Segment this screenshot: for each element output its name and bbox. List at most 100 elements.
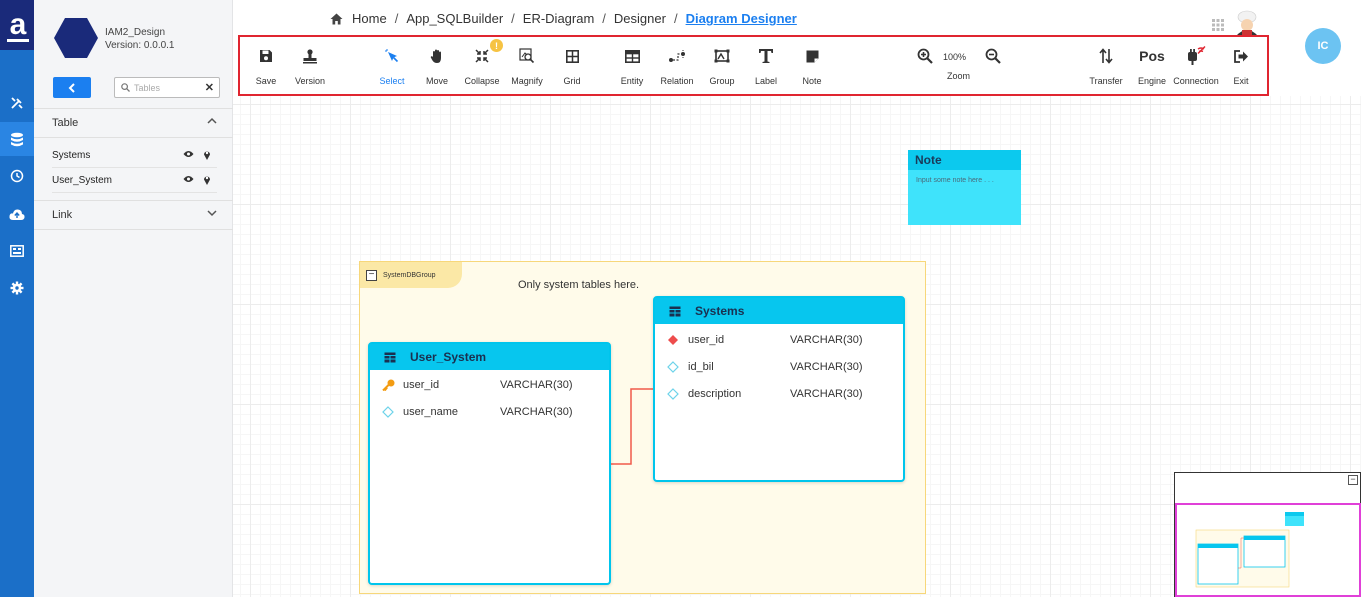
- entity-systems[interactable]: Systems user_id VARCHAR(30) id_bil VARCH…: [653, 296, 905, 482]
- zoom-label: Zoom: [947, 71, 971, 81]
- group-label: Group: [709, 76, 735, 86]
- breadcrumb-current[interactable]: Diagram Designer: [686, 11, 797, 26]
- user-avatar[interactable]: IC: [1305, 28, 1341, 64]
- entity-field-row[interactable]: description VARCHAR(30): [655, 384, 903, 404]
- entity-field-row[interactable]: user_name VARCHAR(30): [370, 402, 609, 422]
- entity-field-row[interactable]: user_id VARCHAR(30): [370, 375, 609, 395]
- breadcrumb: Home / App_SQLBuilder / ER-Diagram / Des…: [330, 11, 797, 26]
- collapse-sidebar-button[interactable]: [53, 77, 91, 98]
- diagram-note[interactable]: Note Input some note here . . .: [908, 150, 1021, 225]
- entity-header[interactable]: Systems: [655, 298, 903, 324]
- group-description: Only system tables here.: [518, 279, 640, 291]
- link-section-header[interactable]: Link: [34, 200, 233, 230]
- settings-gear-icon[interactable]: [0, 271, 34, 305]
- text-t-icon: [759, 49, 773, 63]
- grid-label: Grid: [563, 76, 581, 86]
- save-label: Save: [255, 76, 277, 86]
- app-root: a IAM2_Design Version: 0.0.0.1 Tables ✕ …: [0, 0, 1361, 597]
- svg-text:a: a: [10, 8, 27, 41]
- breadcrumb-separator: /: [602, 11, 606, 26]
- plug-disconnected-icon: [1188, 46, 1206, 65]
- design-tools-icon[interactable]: [0, 86, 34, 120]
- minimap-viewport[interactable]: [1175, 503, 1361, 597]
- dashboard-icon[interactable]: [0, 234, 34, 268]
- engine-label: Engine: [1137, 76, 1167, 86]
- entity-user-system[interactable]: User_System user_id VARCHAR(30) user_nam…: [368, 342, 611, 585]
- grid-icon: [565, 49, 579, 63]
- breadcrumb-app-sqlbuilder[interactable]: App_SQLBuilder: [406, 11, 503, 26]
- breadcrumb-home[interactable]: Home: [352, 11, 387, 26]
- project-version: Version: 0.0.0.1: [105, 40, 175, 51]
- save-icon: [260, 50, 272, 62]
- table-list-item[interactable]: User_System: [52, 168, 217, 193]
- group-collapse-icon[interactable]: −: [366, 269, 377, 281]
- note-tool-button[interactable]: Note: [786, 45, 838, 86]
- field-name: user_id: [403, 379, 440, 391]
- primary-key-icon: [382, 379, 395, 391]
- label-tool-button[interactable]: Label: [740, 45, 792, 86]
- link-section-label: Link: [52, 209, 73, 221]
- location-pin-icon[interactable]: [203, 174, 211, 185]
- magnify-icon: [519, 48, 535, 64]
- breadcrumb-er-diagram[interactable]: ER-Diagram: [523, 11, 595, 26]
- breadcrumb-separator: /: [394, 11, 399, 26]
- database-icon[interactable]: [0, 122, 34, 156]
- exit-button[interactable]: Exit: [1215, 45, 1267, 86]
- search-icon: [121, 83, 130, 92]
- sticky-note-icon: [806, 50, 818, 62]
- zoom-in-icon: [917, 48, 933, 64]
- table-item-label: Systems: [52, 149, 91, 161]
- grid-tool-button[interactable]: Grid: [546, 45, 598, 86]
- breadcrumb-separator: /: [673, 11, 678, 26]
- entity-name: User_System: [410, 350, 487, 364]
- relation-connector[interactable]: [608, 385, 658, 467]
- zoom-out-button[interactable]: [967, 45, 1019, 67]
- version-button[interactable]: Version: [284, 45, 336, 86]
- note-label: Note: [802, 76, 822, 86]
- transfer-button[interactable]: Transfer: [1080, 45, 1132, 86]
- field-type: VARCHAR(30): [500, 406, 573, 418]
- table-icon: [669, 306, 681, 316]
- table-search-input[interactable]: [134, 82, 202, 93]
- table-item-label: User_System: [52, 174, 113, 186]
- entity-field-row[interactable]: id_bil VARCHAR(30): [655, 357, 903, 377]
- table-section-header[interactable]: Table: [34, 108, 233, 138]
- entity-field-row[interactable]: user_id VARCHAR(30): [655, 330, 903, 350]
- label-tool-label: Label: [754, 76, 778, 86]
- clear-search-icon[interactable]: ✕: [205, 81, 214, 94]
- location-pin-icon[interactable]: [203, 149, 211, 160]
- field-name: user_id: [688, 334, 725, 346]
- note-body[interactable]: Input some note here . . .: [908, 170, 1021, 191]
- field-diamond-icon: [667, 361, 679, 373]
- breadcrumb-designer[interactable]: Designer: [614, 11, 666, 26]
- move-label: Move: [425, 76, 448, 86]
- field-name: description: [688, 388, 742, 400]
- field-type: VARCHAR(30): [790, 361, 863, 373]
- group-icon: [714, 49, 730, 63]
- collapse-arrows-icon: [475, 49, 489, 63]
- breadcrumb-separator: /: [511, 11, 515, 26]
- entity-label: Entity: [620, 76, 644, 86]
- group-name: SystemDBGroup: [383, 271, 436, 279]
- home-icon[interactable]: [330, 13, 343, 25]
- magnify-label: Magnify: [511, 76, 543, 86]
- apps-grid-icon[interactable]: [1212, 19, 1224, 31]
- eye-icon[interactable]: [183, 150, 194, 158]
- note-title: Note: [908, 150, 1021, 170]
- select-cursor-icon: [385, 49, 398, 62]
- group-header[interactable]: − SystemDBGroup: [360, 262, 462, 288]
- eye-icon[interactable]: [183, 175, 194, 183]
- table-list-item[interactable]: Systems: [52, 143, 217, 168]
- entity-header[interactable]: User_System: [370, 344, 609, 370]
- cloud-upload-icon[interactable]: [0, 197, 34, 231]
- field-type: VARCHAR(30): [790, 334, 863, 346]
- chef-avatar-icon[interactable]: [1233, 10, 1261, 36]
- connection-label: Connection: [1173, 76, 1219, 86]
- version-label: Version: [294, 76, 326, 86]
- exit-label: Exit: [1233, 76, 1249, 86]
- hand-icon: [430, 49, 441, 63]
- minimap[interactable]: −: [1174, 472, 1361, 597]
- project-hexagon-icon: [54, 18, 98, 58]
- select-label: Select: [379, 76, 405, 86]
- history-icon[interactable]: [0, 159, 34, 193]
